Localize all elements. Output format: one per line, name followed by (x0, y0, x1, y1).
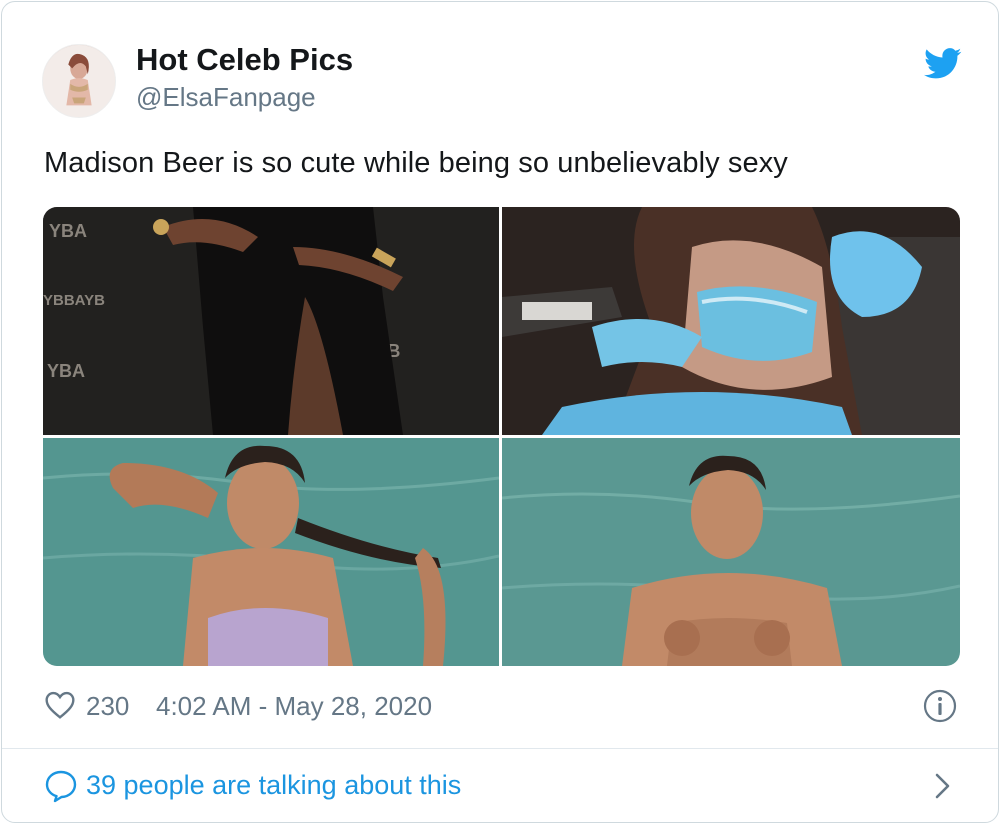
divider (2, 748, 998, 749)
tweet-text: Madison Beer is so cute while being so u… (44, 147, 788, 179)
conversation-link[interactable]: 39 people are talking about this (44, 766, 964, 806)
user-handle[interactable]: @ElsaFanpage (136, 82, 316, 113)
heart-icon[interactable] (44, 690, 76, 720)
twitter-bird-icon[interactable] (924, 48, 962, 80)
photo-2[interactable] (502, 207, 960, 435)
photo-3[interactable] (43, 438, 499, 666)
chevron-right-icon (932, 772, 954, 800)
display-name[interactable]: Hot Celeb Pics (136, 42, 353, 78)
tweet-card: Hot Celeb Pics @ElsaFanpage Madison Beer… (1, 1, 999, 823)
speech-bubble-icon (44, 769, 78, 803)
photo-4[interactable] (502, 438, 960, 666)
info-icon[interactable] (922, 688, 958, 724)
timestamp[interactable]: 4:02 AM - May 28, 2020 (156, 691, 432, 722)
photo-1[interactable]: YBA YBBAYB BAYB YBA (43, 207, 499, 435)
like-count: 230 (86, 691, 130, 721)
conversation-label[interactable]: 39 people are talking about this (86, 770, 461, 801)
wall-text-4: YBA (47, 361, 85, 381)
tweet-meta: 230 4:02 AM - May 28, 2020 (44, 688, 964, 724)
wall-text-2: YBBAYB (43, 292, 105, 309)
wall-text-1: YBA (49, 221, 87, 241)
media-grid: YBA YBBAYB BAYB YBA (43, 207, 960, 666)
tweet-header: Hot Celeb Pics @ElsaFanpage (42, 40, 962, 120)
avatar[interactable] (42, 44, 116, 118)
